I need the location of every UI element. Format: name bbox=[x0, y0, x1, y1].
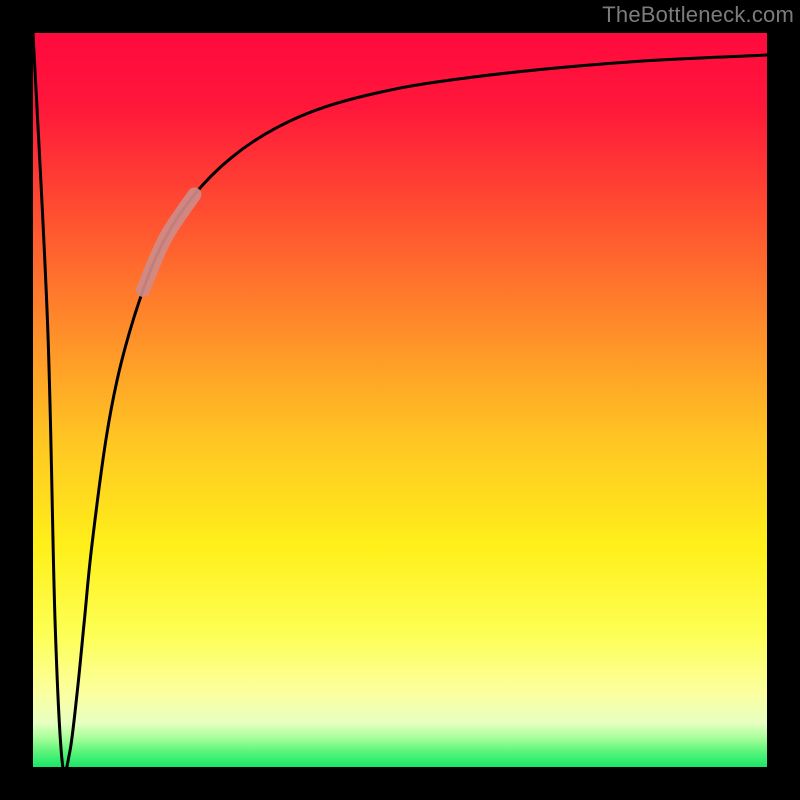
watermark-text: TheBottleneck.com bbox=[602, 2, 794, 28]
bottleneck-curve bbox=[33, 33, 767, 773]
plot-area bbox=[33, 33, 767, 767]
curve-highlight-segment bbox=[143, 194, 194, 289]
curve-svg bbox=[33, 33, 767, 767]
chart-frame: TheBottleneck.com bbox=[0, 0, 800, 800]
